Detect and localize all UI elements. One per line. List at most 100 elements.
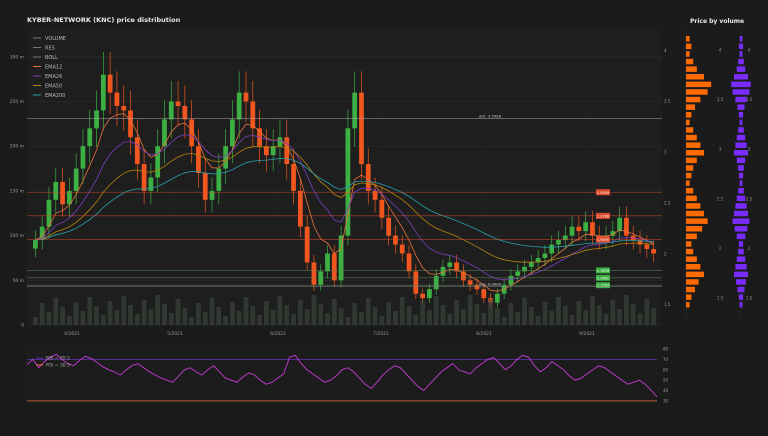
price-candle bbox=[297, 190, 303, 227]
profile-bar-left bbox=[686, 89, 708, 95]
profile-y-tick-right: 3.5 bbox=[746, 97, 753, 102]
volume-bar bbox=[311, 295, 317, 325]
profile-bar-left bbox=[686, 286, 695, 293]
volume-bar bbox=[624, 295, 629, 325]
price-y-tick: 50 m bbox=[12, 278, 24, 284]
price-candle bbox=[447, 262, 453, 267]
profile-bar-right bbox=[738, 248, 744, 255]
profile-bar-right bbox=[736, 134, 746, 141]
price-candle bbox=[399, 244, 405, 254]
volume-bar bbox=[223, 316, 228, 325]
profile-bar-left bbox=[686, 241, 692, 247]
volume-bar bbox=[175, 299, 181, 325]
profile-bar-left bbox=[686, 302, 690, 308]
profile-bar-right bbox=[738, 43, 744, 50]
volume-bar bbox=[644, 299, 650, 325]
volume-bar bbox=[107, 301, 113, 325]
volume-bar bbox=[467, 295, 473, 325]
volume-bar bbox=[39, 303, 45, 325]
volume-bar bbox=[501, 317, 507, 325]
volume-bar bbox=[196, 303, 201, 325]
volume-bar bbox=[277, 296, 283, 325]
profile-bar-left bbox=[686, 81, 712, 88]
price-candle bbox=[549, 244, 555, 254]
volume-bar bbox=[447, 314, 453, 325]
price-candle bbox=[33, 240, 38, 249]
price-candle bbox=[386, 217, 392, 236]
profile-bar-right bbox=[736, 279, 746, 285]
price-right-tick: 1.5 bbox=[664, 302, 671, 307]
price-right-tick: 2 bbox=[664, 251, 667, 256]
profile-bar-right bbox=[735, 264, 747, 270]
price-right-tick: 4 bbox=[664, 48, 667, 53]
price-candle bbox=[87, 128, 93, 147]
price-candle bbox=[359, 92, 364, 165]
profile-bar-left bbox=[686, 36, 690, 42]
price-y-tick: 200 m bbox=[10, 144, 24, 150]
price-x-tick: 8/2021 bbox=[476, 331, 492, 337]
price-candle bbox=[223, 146, 228, 169]
price-candle bbox=[168, 101, 174, 120]
rsi-y-tick: 30 bbox=[663, 398, 669, 403]
price-x-tick: 9/2021 bbox=[579, 331, 595, 337]
price-candle bbox=[162, 119, 167, 147]
volume-bar bbox=[549, 311, 555, 325]
price-candle bbox=[590, 222, 595, 236]
volume-bar bbox=[148, 309, 154, 325]
profile-bar-left bbox=[686, 233, 697, 240]
low-label: low: 0.9900 bbox=[479, 282, 502, 287]
volume-bar bbox=[345, 317, 351, 325]
price-candle bbox=[481, 289, 487, 299]
profile-bar-right bbox=[738, 241, 744, 247]
volume-bar bbox=[413, 315, 419, 325]
price-y-tick: 0 bbox=[21, 323, 24, 329]
profile-bar-right bbox=[734, 74, 748, 80]
volume-bar bbox=[325, 313, 330, 325]
price-candle bbox=[94, 110, 99, 129]
rsi-y-tick: 40 bbox=[663, 388, 669, 393]
price-candle bbox=[243, 92, 249, 102]
price-candle bbox=[393, 235, 398, 245]
volume-bar bbox=[637, 313, 643, 325]
price-plot-bg bbox=[27, 30, 662, 325]
profile-bar-left bbox=[686, 51, 690, 57]
volume-bar bbox=[263, 301, 269, 325]
price-right-tick: 3.5 bbox=[664, 99, 671, 104]
profile-bar-right bbox=[737, 286, 745, 293]
price-y-tick: 100 m bbox=[10, 233, 24, 239]
volume-bar bbox=[168, 313, 174, 325]
profile-y-tick-left: 3 bbox=[719, 147, 722, 152]
profile-bar-right bbox=[736, 233, 746, 240]
profile-bar-right bbox=[739, 51, 743, 57]
profile-bar-left bbox=[686, 96, 701, 103]
profile-bar-left bbox=[686, 66, 697, 72]
price-candle bbox=[379, 199, 385, 218]
volume-bar bbox=[461, 309, 466, 325]
profile-bar-right bbox=[735, 203, 747, 209]
profile-bar-left bbox=[686, 43, 692, 50]
profile-y-tick-right: 1.5 bbox=[746, 296, 753, 301]
volume-bar bbox=[60, 307, 65, 325]
profile-bar-right bbox=[738, 127, 744, 133]
chart-root: KYBER-NETWORK (KNC) price distribution P… bbox=[0, 0, 768, 432]
volume-bar bbox=[53, 298, 59, 325]
price-candle bbox=[80, 146, 86, 169]
profile-bar-left bbox=[686, 74, 704, 80]
profile-bar-right bbox=[731, 81, 751, 88]
price-candle bbox=[624, 217, 629, 236]
volume-bar bbox=[318, 304, 324, 325]
legend-entry: EMA26 bbox=[45, 74, 62, 80]
price-candle bbox=[515, 271, 521, 276]
volume-bar bbox=[291, 314, 296, 325]
profile-bar-right bbox=[732, 218, 750, 224]
profile-bar-left bbox=[686, 134, 697, 141]
volume-bar bbox=[454, 300, 459, 325]
chart-title: KYBER-NETWORK (KNC) price distribution bbox=[27, 16, 181, 24]
profile-bar-right bbox=[739, 180, 743, 186]
profile-bar-left bbox=[686, 188, 694, 194]
volume-bar bbox=[630, 304, 636, 325]
profile-y-tick-right: 2.5 bbox=[746, 196, 753, 201]
price-candle bbox=[331, 253, 337, 281]
rsi-y-tick: 50 bbox=[663, 378, 669, 383]
volume-bar bbox=[440, 305, 446, 325]
